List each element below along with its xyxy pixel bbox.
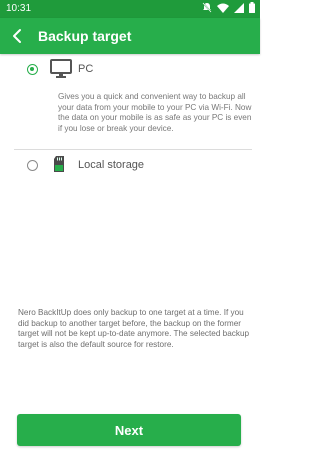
app-bar: Backup target [0, 18, 260, 54]
option-pc-label: PC [78, 63, 94, 75]
next-button[interactable]: Next [17, 414, 241, 446]
option-local-storage[interactable]: Local storage [0, 154, 260, 176]
status-icons [202, 2, 255, 13]
divider [14, 149, 252, 150]
radio-pc-checked[interactable] [27, 64, 38, 75]
option-pc-description: Gives you a quick and convenient way to … [58, 92, 252, 133]
option-local-storage-label: Local storage [78, 159, 145, 171]
wifi-icon [217, 3, 229, 13]
sd-card-icon [54, 156, 64, 172]
battery-icon [249, 2, 255, 13]
back-arrow-icon[interactable] [8, 26, 28, 46]
signal-icon [234, 2, 244, 13]
monitor-icon [50, 59, 72, 78]
notification-off-icon [202, 2, 212, 13]
radio-local-storage[interactable] [27, 160, 38, 171]
status-time: 10:31 [6, 3, 32, 14]
info-text: Nero BackItUp does only backup to one ta… [18, 308, 250, 349]
option-pc[interactable]: PC [0, 58, 260, 80]
page-title: Backup target [38, 28, 132, 44]
status-bar: 10:31 [0, 0, 260, 18]
